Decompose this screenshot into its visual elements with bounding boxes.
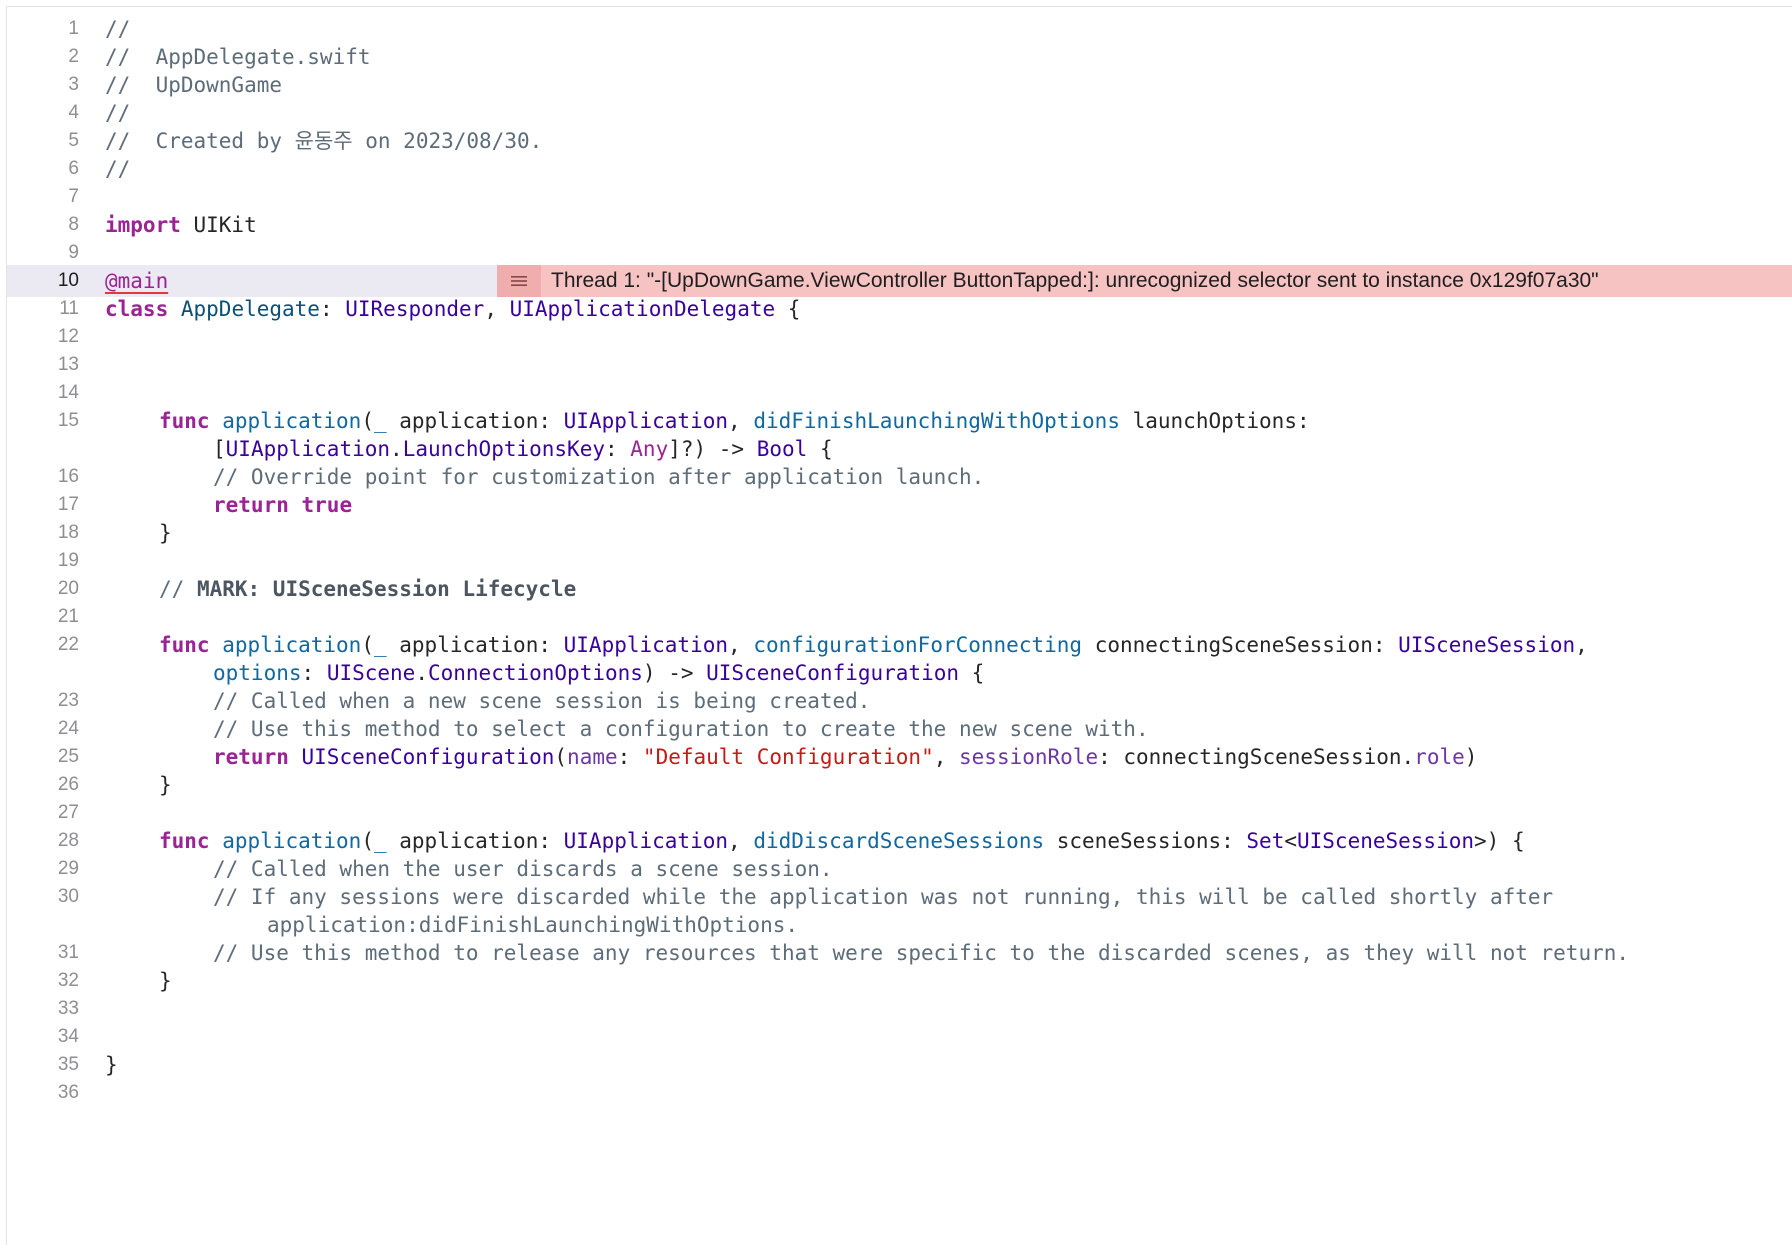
code-token: . — [415, 661, 428, 685]
code-token: _ — [373, 633, 387, 657]
code-token: ( — [361, 633, 374, 657]
type-name: UISceneConfiguration — [301, 745, 555, 769]
code-token: ) -> — [642, 661, 707, 685]
keyword: true — [301, 493, 353, 517]
type-name: UISceneConfiguration — [706, 661, 960, 685]
argument-label: didFinishLaunchingWithOptions — [753, 409, 1120, 433]
code-token: , — [728, 829, 754, 853]
code-token: { — [775, 297, 801, 321]
function-name: application — [222, 829, 362, 853]
member-name: role — [1414, 745, 1465, 769]
type-name: UIApplication — [563, 633, 729, 657]
line-number: 36 — [57, 1082, 79, 1103]
type-name: Bool — [756, 437, 808, 461]
type-name: LaunchOptionsKey — [402, 437, 605, 461]
argument-label: name — [567, 745, 618, 769]
type-name: UIResponder — [345, 297, 485, 321]
list-lines-icon-glyph — [511, 276, 527, 286]
keyword: func — [159, 829, 210, 853]
code-token: >) { — [1474, 829, 1525, 853]
code-token: , — [1575, 633, 1588, 657]
argument-label: didDiscardSceneSessions — [753, 829, 1045, 853]
code-token: , — [484, 297, 510, 321]
type-name: UISceneSession — [1297, 829, 1475, 853]
code-token: ) — [1464, 745, 1478, 769]
argument-label: configurationForConnecting — [753, 633, 1083, 657]
keyword: class — [105, 297, 169, 321]
keyword: func — [159, 409, 210, 433]
type-name: UISceneSession — [1398, 633, 1576, 657]
code-token: : — [301, 661, 327, 685]
type-name: Set — [1246, 829, 1285, 853]
code-editor[interactable]: 1 // 2 // AppDelegate.swift 3 // UpDownG… — [6, 6, 1792, 1245]
code-token: application: — [386, 633, 564, 657]
code-token: { — [959, 661, 985, 685]
argument-label: sessionRole — [959, 745, 1099, 769]
type-name: UIApplication — [225, 437, 391, 461]
type-name: UIApplication — [563, 829, 729, 853]
code-token: : connectingSceneSession. — [1098, 745, 1415, 769]
code-token: < — [1284, 829, 1297, 853]
code-line[interactable]: 36 — [7, 1077, 1792, 1109]
function-name: application — [222, 633, 362, 657]
keyword: return — [213, 493, 289, 517]
code-token: : — [617, 745, 643, 769]
code-token: : — [319, 297, 346, 321]
string-literal: "Default Configuration" — [642, 745, 934, 769]
code-token: application: — [386, 409, 564, 433]
code-token: sceneSessions: — [1044, 829, 1247, 853]
keyword: import — [105, 213, 181, 237]
code-token: : — [604, 437, 631, 461]
type-name: AppDelegate — [180, 297, 320, 321]
type-name: UIApplicationDelegate — [509, 297, 776, 321]
code-token: ( — [361, 409, 374, 433]
type-name: UIScene — [326, 661, 416, 685]
function-name: application — [222, 409, 362, 433]
code-token: _ — [373, 829, 387, 853]
code-token: launchOptions: — [1119, 409, 1310, 433]
keyword: Any — [630, 437, 669, 461]
code-token: application: — [386, 829, 564, 853]
error-message: Thread 1: "-[UpDownGame.ViewController B… — [551, 269, 1599, 292]
mark-comment: MARK: UISceneSession Lifecycle — [196, 577, 577, 601]
type-name: UIApplication — [563, 409, 729, 433]
code-token: [ — [213, 437, 226, 461]
code-token: ( — [361, 829, 374, 853]
code-token: ]?) -> — [668, 437, 757, 461]
code-token: UIKit — [180, 213, 257, 237]
code-comment: // — [159, 577, 197, 601]
argument-label: options — [213, 661, 302, 685]
keyword: return — [213, 745, 289, 769]
code-token: ( — [554, 745, 568, 769]
code-token: , — [728, 633, 754, 657]
code-token: , — [728, 409, 754, 433]
attribute-main: @main — [105, 269, 169, 293]
code-token: connectingSceneSession: — [1082, 633, 1399, 657]
code-token: { — [807, 437, 833, 461]
keyword: func — [159, 633, 210, 657]
code-token: , — [933, 745, 960, 769]
type-name: ConnectionOptions — [427, 661, 643, 685]
code-token: . — [390, 437, 403, 461]
code-token: _ — [373, 409, 387, 433]
